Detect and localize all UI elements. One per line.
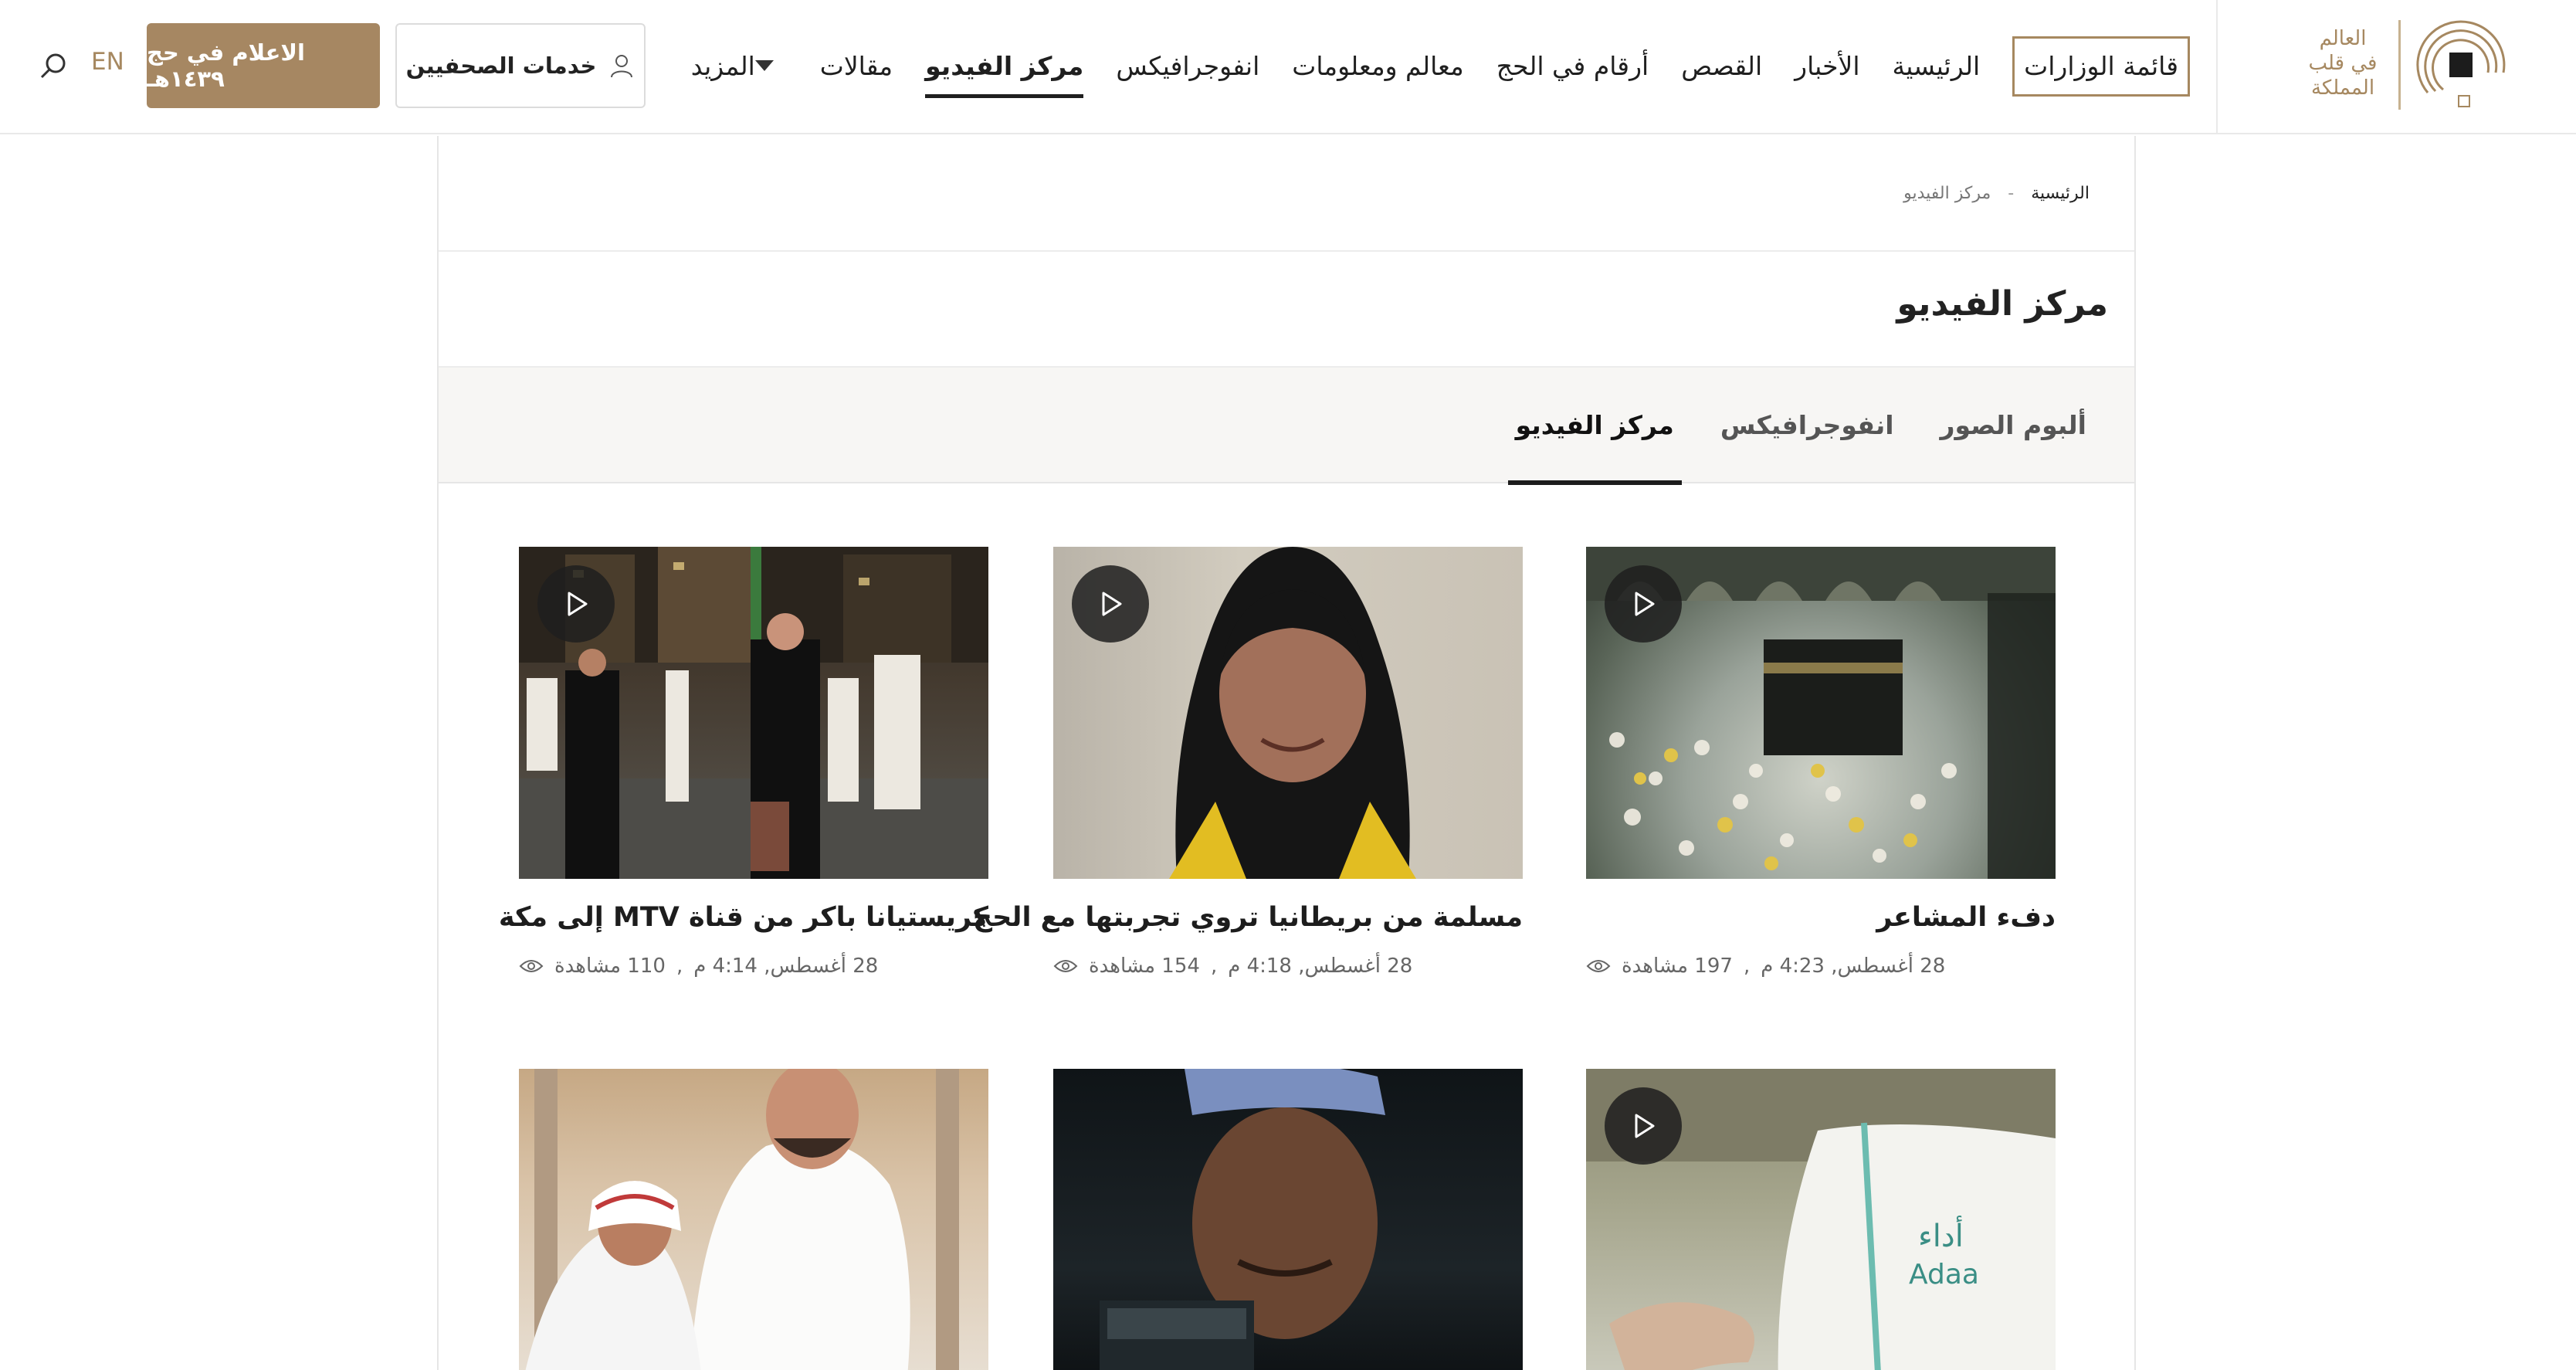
video-card[interactable]: أداء Adaa	[1586, 1069, 2056, 1370]
breadcrumb-current: مركز الفيديو	[1903, 184, 1991, 203]
chevron-down-icon	[754, 59, 774, 71]
video-thumbnail[interactable]: أداء Adaa	[1586, 1069, 2056, 1370]
content-panel: الرئيسية - مركز الفيديو مركز الفيديو ألب…	[437, 136, 2136, 1370]
nav-landmarks[interactable]: معالم ومعلومات	[1292, 36, 1463, 97]
tab-photo-album[interactable]: ألبوم الصور	[1933, 368, 2094, 483]
video-meta: 154 مشاهدة, 28 أغسطس, 4:18 م	[1053, 955, 1523, 978]
tab-infographics[interactable]: انفوجرافيكس	[1713, 368, 1902, 483]
nav-ministries-list[interactable]: قائمة الوزارات	[2012, 36, 2190, 97]
video-meta: 110 مشاهدة, 28 أغسطس, 4:14 م	[519, 955, 988, 978]
hajj-media-button[interactable]: الاعلام في حج ١٤٣٩هـ	[147, 23, 380, 108]
video-thumbnail[interactable]	[519, 1069, 988, 1370]
tab-video-center[interactable]: مركز الفيديو	[1507, 368, 1683, 485]
nav-home[interactable]: الرئيسية	[1893, 36, 1981, 97]
play-icon[interactable]	[537, 565, 615, 643]
publish-date: 28 أغسطس, 4:14 م	[693, 955, 879, 978]
video-thumbnail[interactable]	[1053, 1069, 1523, 1370]
nav-stories[interactable]: القصص	[1681, 36, 1762, 97]
meta-separator: ,	[676, 955, 683, 978]
nav-more-label: المزيد	[690, 51, 755, 81]
nav-news[interactable]: الأخبار	[1795, 36, 1859, 97]
pilgrims-ihram-image	[525, 1069, 959, 1370]
view-count: 197 مشاهدة	[1622, 955, 1733, 978]
meta-separator: ,	[1210, 955, 1218, 978]
publish-date: 28 أغسطس, 4:23 م	[1761, 955, 1946, 978]
logo-wordmark: العالم في قلب المملكة	[2308, 27, 2378, 100]
section-tabs-bar: ألبوم الصور انفوجرافيكس مركز الفيديو	[439, 366, 2134, 485]
video-card[interactable]	[519, 1069, 988, 1370]
video-title[interactable]: دفء المشاعر	[1586, 902, 2056, 933]
site-logo[interactable]: العالم في قلب المملكة	[2216, 0, 2576, 134]
divider	[439, 250, 2134, 252]
video-meta: 197 مشاهدة, 28 أغسطس, 4:23 م	[1586, 955, 2056, 978]
adaa-logo-arabic: أداء	[1918, 1216, 1964, 1254]
language-toggle[interactable]: EN	[91, 48, 124, 76]
press-services-label: خدمات الصحفيين	[405, 53, 597, 79]
young-man-cap-image	[1100, 1069, 1385, 1370]
video-card[interactable]	[1053, 1069, 1523, 1370]
publish-date: 28 أغسطس, 4:18 م	[1228, 955, 1413, 978]
video-thumbnail[interactable]	[519, 547, 988, 879]
meta-separator: ,	[1743, 955, 1751, 978]
video-card[interactable]: كريستيانا باكر من قناة MTV إلى مكة 110 م…	[499, 547, 988, 978]
page-title: مركز الفيديو	[1896, 284, 2108, 324]
play-icon[interactable]	[1605, 1087, 1682, 1165]
breadcrumb: الرئيسية - مركز الفيديو	[1903, 184, 2090, 203]
logo-divider	[2398, 20, 2401, 110]
nav-articles[interactable]: مقالات	[820, 36, 893, 97]
section-tabs: ألبوم الصور انفوجرافيكس مركز الفيديو	[1507, 368, 2094, 485]
video-card[interactable]: دفء المشاعر 197 مشاهدة, 28 أغسطس, 4:23 م	[1586, 547, 2056, 978]
video-thumbnail[interactable]	[1053, 547, 1523, 879]
breadcrumb-home[interactable]: الرئيسية	[2031, 184, 2090, 203]
nav-hajj-numbers[interactable]: أرقام في الحج	[1496, 36, 1649, 97]
user-icon	[611, 55, 633, 78]
video-thumbnail[interactable]	[1586, 547, 2056, 879]
breadcrumb-separator: -	[2008, 184, 2015, 203]
search-icon[interactable]	[39, 51, 69, 82]
view-count: 154 مشاهدة	[1089, 955, 1200, 978]
eye-icon	[1053, 960, 1078, 972]
eye-icon	[1586, 960, 1611, 972]
play-icon[interactable]	[1605, 565, 1682, 643]
video-title[interactable]: كريستيانا باكر من قناة MTV إلى مكة	[499, 902, 988, 933]
video-title[interactable]: مسلمة من بريطانيا تروي تجربتها مع الحج	[973, 902, 1523, 933]
nav-video-center[interactable]: مركز الفيديو	[925, 36, 1084, 98]
view-count: 110 مشاهدة	[554, 955, 666, 978]
adaa-logo-latin: Adaa	[1909, 1259, 1979, 1290]
eye-icon	[519, 960, 544, 972]
play-icon[interactable]	[1072, 565, 1149, 643]
logo-arc-icon	[2416, 20, 2506, 107]
press-services-button[interactable]: خدمات الصحفيين	[395, 23, 646, 108]
site-header: العالم في قلب المملكة قائمة الوزارات الر…	[0, 0, 2576, 134]
nav-more[interactable]: المزيد	[691, 36, 788, 97]
nav-infographics[interactable]: انفوجرافيكس	[1116, 36, 1259, 97]
video-card[interactable]: مسلمة من بريطانيا تروي تجربتها مع الحج 1…	[973, 547, 1523, 978]
main-nav: قائمة الوزارات الرئيسية الأخبار القصص أر…	[691, 36, 2190, 98]
